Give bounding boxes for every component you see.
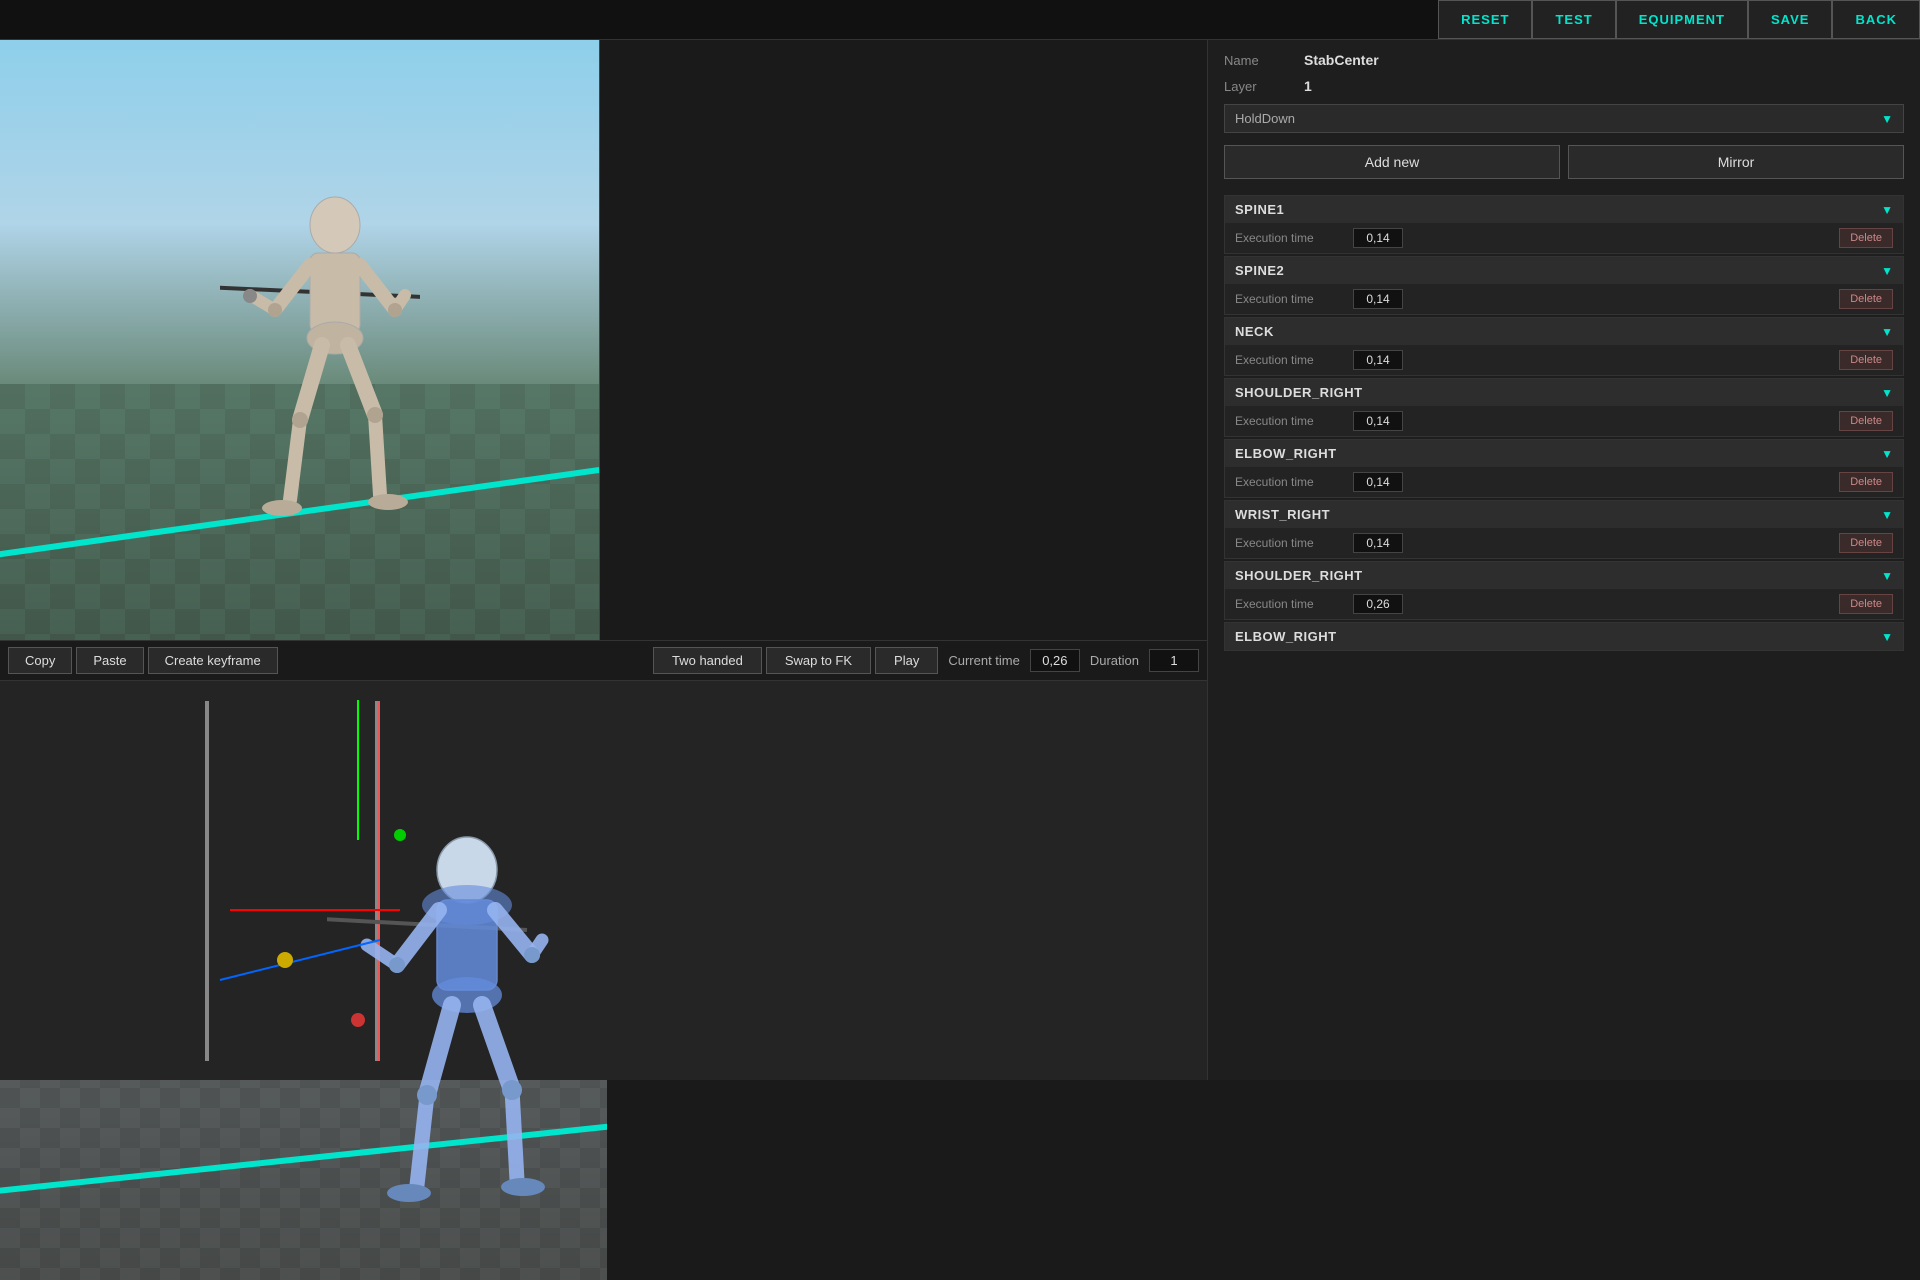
bone-entry-7: ELBOW_RIGHT ▼	[1224, 622, 1904, 651]
bone-arrow-4: ▼	[1881, 447, 1893, 461]
paste-button[interactable]: Paste	[76, 647, 143, 674]
bone-header-7[interactable]: ELBOW_RIGHT ▼	[1225, 623, 1903, 650]
bone-execution-label-5: Execution time	[1235, 536, 1345, 550]
bone-arrow-5: ▼	[1881, 508, 1893, 522]
bone-time-value-4: 0,14	[1353, 472, 1403, 492]
delete-btn-4[interactable]: Delete	[1839, 472, 1893, 492]
bone-execution-label-0: Execution time	[1235, 231, 1345, 245]
name-value: StabCenter	[1304, 52, 1379, 68]
delete-btn-2[interactable]: Delete	[1839, 350, 1893, 370]
hold-down-dropdown[interactable]: HoldDown ▼	[1224, 104, 1904, 133]
right-panel-content: Name StabCenter Layer 1 HoldDown ▼ Add n…	[1208, 40, 1920, 665]
bone-name-3: SHOULDER_RIGHT	[1235, 385, 1881, 400]
action-row: Add new Mirror	[1224, 145, 1904, 179]
current-time-label: Current time	[942, 653, 1026, 668]
character-right	[327, 825, 567, 1225]
back-button[interactable]: BACK	[1832, 0, 1920, 39]
layer-value: 1	[1304, 78, 1312, 94]
duration-value: 1	[1149, 649, 1199, 672]
bone-row-1: Execution time 0,14 Delete	[1225, 284, 1903, 314]
bone-list: SPINE1 ▼ Execution time 0,14 Delete SPIN…	[1224, 195, 1904, 651]
bone-header-2[interactable]: NECK ▼	[1225, 318, 1903, 345]
bone-header-0[interactable]: SPINE1 ▼	[1225, 196, 1903, 223]
bone-entry-2: NECK ▼ Execution time 0,14 Delete	[1224, 317, 1904, 376]
add-new-button[interactable]: Add new	[1224, 145, 1560, 179]
save-button[interactable]: SAVE	[1748, 0, 1832, 39]
bone-entry-4: ELBOW_RIGHT ▼ Execution time 0,14 Delete	[1224, 439, 1904, 498]
layer-field-row: Layer 1	[1224, 78, 1904, 94]
top-toolbar: RESET TEST EQUIPMENT SAVE BACK	[0, 0, 1920, 40]
bone-arrow-6: ▼	[1881, 569, 1893, 583]
bone-entry-0: SPINE1 ▼ Execution time 0,14 Delete	[1224, 195, 1904, 254]
mirror-button[interactable]: Mirror	[1568, 145, 1904, 179]
bone-execution-label-2: Execution time	[1235, 353, 1345, 367]
delete-btn-0[interactable]: Delete	[1839, 228, 1893, 248]
bone-entry-5: WRIST_RIGHT ▼ Execution time 0,14 Delete	[1224, 500, 1904, 559]
create-keyframe-button[interactable]: Create keyframe	[148, 647, 278, 674]
bone-header-3[interactable]: SHOULDER_RIGHT ▼	[1225, 379, 1903, 406]
bone-row-3: Execution time 0,14 Delete	[1225, 406, 1903, 436]
bone-row-2: Execution time 0,14 Delete	[1225, 345, 1903, 375]
bone-entry-6: SHOULDER_RIGHT ▼ Execution time 0,26 Del…	[1224, 561, 1904, 620]
bone-name-5: WRIST_RIGHT	[1235, 507, 1881, 522]
current-time-value: 0,26	[1030, 649, 1080, 672]
copy-button[interactable]: Copy	[8, 647, 72, 674]
character-left	[220, 190, 420, 570]
timeline-track	[150, 701, 1187, 1061]
keyframe-marker-1[interactable]	[205, 701, 209, 1061]
right-panel: Edit move Name StabCenter Layer 1 HoldDo…	[1207, 0, 1920, 1080]
bone-arrow-0: ▼	[1881, 203, 1893, 217]
bone-arrow-2: ▼	[1881, 325, 1893, 339]
bottom-controls: Copy Paste Create keyframe Two handed Sw…	[0, 640, 1207, 680]
bone-time-value-2: 0,14	[1353, 350, 1403, 370]
reset-button[interactable]: RESET	[1438, 0, 1532, 39]
delete-btn-5[interactable]: Delete	[1839, 533, 1893, 553]
bone-arrow-7: ▼	[1881, 630, 1893, 644]
bone-row-4: Execution time 0,14 Delete	[1225, 467, 1903, 497]
timeline[interactable]	[0, 680, 1207, 1080]
bone-row-5: Execution time 0,14 Delete	[1225, 528, 1903, 558]
delete-btn-1[interactable]: Delete	[1839, 289, 1893, 309]
bone-name-6: SHOULDER_RIGHT	[1235, 568, 1881, 583]
delete-btn-3[interactable]: Delete	[1839, 411, 1893, 431]
bone-execution-label-1: Execution time	[1235, 292, 1345, 306]
bone-time-value-3: 0,14	[1353, 411, 1403, 431]
delete-btn-6[interactable]: Delete	[1839, 594, 1893, 614]
bone-time-value-5: 0,14	[1353, 533, 1403, 553]
bone-header-4[interactable]: ELBOW_RIGHT ▼	[1225, 440, 1903, 467]
bone-time-value-6: 0,26	[1353, 594, 1403, 614]
duration-label: Duration	[1084, 653, 1145, 668]
name-field-row: Name StabCenter	[1224, 52, 1904, 68]
bone-entry-1: SPINE2 ▼ Execution time 0,14 Delete	[1224, 256, 1904, 315]
bone-arrow-3: ▼	[1881, 386, 1893, 400]
swap-to-fk-button[interactable]: Swap to FK	[766, 647, 871, 674]
bone-entry-3: SHOULDER_RIGHT ▼ Execution time 0,14 Del…	[1224, 378, 1904, 437]
bone-header-1[interactable]: SPINE2 ▼	[1225, 257, 1903, 284]
viewport-left[interactable]	[0, 0, 600, 640]
play-button[interactable]: Play	[875, 647, 938, 674]
bone-execution-label-4: Execution time	[1235, 475, 1345, 489]
bone-execution-label-6: Execution time	[1235, 597, 1345, 611]
bone-row-0: Execution time 0,14 Delete	[1225, 223, 1903, 253]
bone-row-6: Execution time 0,26 Delete	[1225, 589, 1903, 619]
bone-name-2: NECK	[1235, 324, 1881, 339]
hold-down-arrow-icon: ▼	[1881, 112, 1893, 126]
hold-down-label: HoldDown	[1235, 111, 1881, 126]
two-handed-button[interactable]: Two handed	[653, 647, 762, 674]
bone-name-1: SPINE2	[1235, 263, 1881, 278]
bone-arrow-1: ▼	[1881, 264, 1893, 278]
bone-name-4: ELBOW_RIGHT	[1235, 446, 1881, 461]
bone-time-value-0: 0,14	[1353, 228, 1403, 248]
test-button[interactable]: TEST	[1532, 0, 1615, 39]
bone-execution-label-3: Execution time	[1235, 414, 1345, 428]
equipment-button[interactable]: EQUIPMENT	[1616, 0, 1748, 39]
bone-name-7: ELBOW_RIGHT	[1235, 629, 1881, 644]
bone-header-5[interactable]: WRIST_RIGHT ▼	[1225, 501, 1903, 528]
name-label: Name	[1224, 53, 1304, 68]
bone-time-value-1: 0,14	[1353, 289, 1403, 309]
layer-label: Layer	[1224, 79, 1304, 94]
bone-header-6[interactable]: SHOULDER_RIGHT ▼	[1225, 562, 1903, 589]
bone-name-0: SPINE1	[1235, 202, 1881, 217]
